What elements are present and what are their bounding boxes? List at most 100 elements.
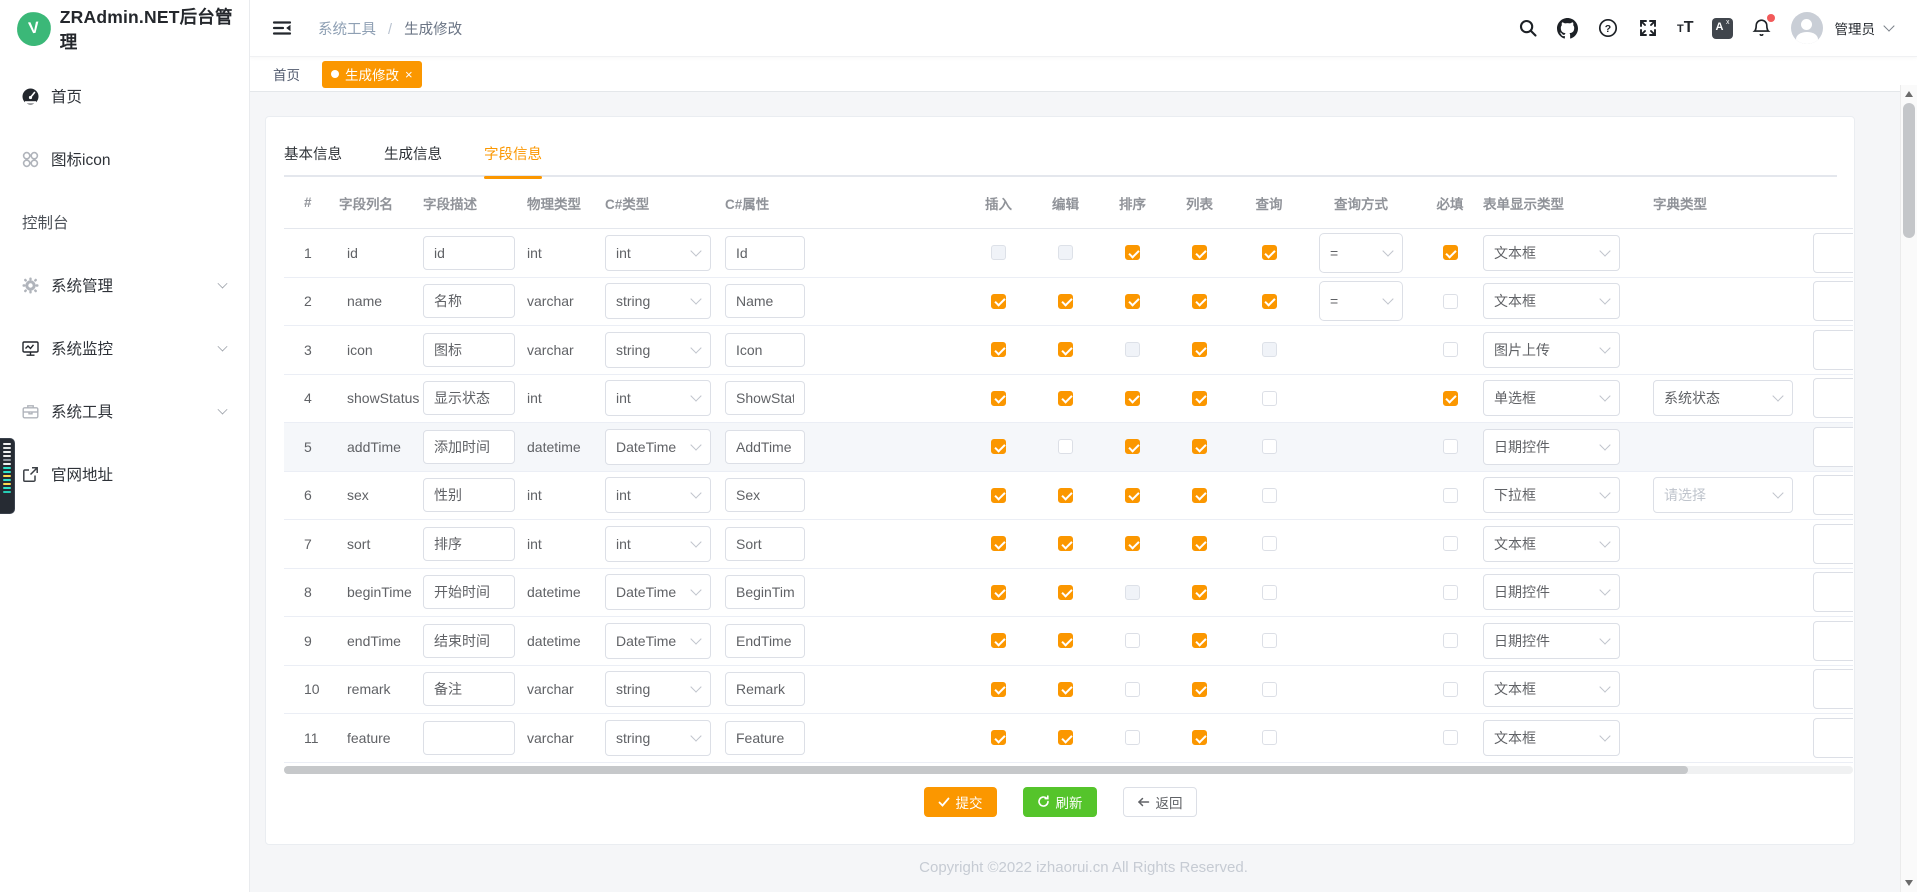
insert-checkbox[interactable] (991, 439, 1006, 454)
csharp_type-select[interactable]: DateTime (605, 623, 711, 659)
list-checkbox[interactable] (1192, 585, 1207, 600)
dict_type-select[interactable]: 系统状态 (1653, 380, 1793, 416)
list-checkbox[interactable] (1192, 682, 1207, 697)
extra-input[interactable] (1813, 233, 1853, 273)
list-checkbox[interactable] (1192, 342, 1207, 357)
avatar[interactable] (1791, 12, 1823, 44)
help-icon[interactable]: ? (1597, 17, 1619, 39)
chevron-down-icon[interactable] (1883, 20, 1894, 31)
vertical-scrollbar-thumb[interactable] (1903, 103, 1915, 238)
list-checkbox[interactable] (1192, 633, 1207, 648)
sort-checkbox[interactable] (1125, 245, 1140, 260)
display_type-select[interactable]: 日期控件 (1483, 574, 1620, 610)
scroll-down-arrow[interactable] (1905, 880, 1913, 886)
csharp_type-select[interactable]: DateTime (605, 429, 711, 465)
display_type-select[interactable]: 单选框 (1483, 380, 1620, 416)
required-checkbox[interactable] (1443, 633, 1458, 648)
csharp_property-input[interactable] (725, 430, 805, 464)
description-input[interactable] (423, 236, 515, 270)
insert-checkbox[interactable] (991, 294, 1006, 309)
display_type-select[interactable]: 文本框 (1483, 283, 1620, 319)
csharp_property-input[interactable] (725, 381, 805, 415)
sort-checkbox[interactable] (1125, 730, 1140, 745)
list-checkbox[interactable] (1192, 730, 1207, 745)
description-input[interactable] (423, 721, 515, 755)
query_method-select[interactable]: = (1319, 281, 1403, 321)
query-checkbox[interactable] (1262, 391, 1277, 406)
tab-generate-info[interactable]: 生成信息 (384, 135, 442, 177)
edit-checkbox[interactable] (1058, 536, 1073, 551)
list-checkbox[interactable] (1192, 439, 1207, 454)
edit-checkbox[interactable] (1058, 730, 1073, 745)
description-input[interactable] (423, 381, 515, 415)
extra-input[interactable] (1813, 427, 1853, 467)
description-input[interactable] (423, 284, 515, 318)
query-checkbox[interactable] (1262, 633, 1277, 648)
edit-checkbox[interactable] (1058, 488, 1073, 503)
csharp_property-input[interactable] (725, 284, 805, 318)
extra-input[interactable] (1813, 524, 1853, 564)
extra-input[interactable] (1813, 330, 1853, 370)
edit-checkbox[interactable] (1058, 585, 1073, 600)
insert-checkbox[interactable] (991, 585, 1006, 600)
description-input[interactable] (423, 527, 515, 561)
query-checkbox[interactable] (1262, 730, 1277, 745)
extra-input[interactable] (1813, 572, 1853, 612)
csharp_type-select[interactable]: DateTime (605, 574, 711, 610)
extra-input[interactable] (1813, 669, 1853, 709)
vertical-scrollbar[interactable] (1900, 85, 1917, 892)
sidebar-item-system-tools[interactable]: 系统工具 (0, 383, 249, 439)
description-input[interactable] (423, 672, 515, 706)
tab-basic-info[interactable]: 基本信息 (284, 135, 342, 177)
display_type-select[interactable]: 图片上传 (1483, 332, 1620, 368)
query-checkbox[interactable] (1262, 585, 1277, 600)
fullscreen-icon[interactable] (1637, 17, 1659, 39)
breadcrumb-system-tools[interactable]: 系统工具 (318, 22, 376, 38)
user-name[interactable]: 管理员 (1835, 18, 1876, 38)
insert-checkbox[interactable] (991, 682, 1006, 697)
list-checkbox[interactable] (1192, 488, 1207, 503)
csharp_property-input[interactable] (725, 721, 805, 755)
csharp_type-select[interactable]: string (605, 332, 711, 368)
csharp_property-input[interactable] (725, 527, 805, 561)
extra-input[interactable] (1813, 475, 1853, 515)
sidebar-item-console[interactable]: 控制台 (0, 194, 249, 250)
sort-checkbox[interactable] (1125, 391, 1140, 406)
performance-monitor-widget[interactable] (0, 438, 15, 514)
edit-checkbox[interactable] (1058, 633, 1073, 648)
insert-checkbox[interactable] (991, 730, 1006, 745)
csharp_property-input[interactable] (725, 236, 805, 270)
csharp_type-select[interactable]: string (605, 283, 711, 319)
query-checkbox[interactable] (1262, 439, 1277, 454)
edit-checkbox[interactable] (1058, 682, 1073, 697)
display_type-select[interactable]: 下拉框 (1483, 477, 1620, 513)
query-checkbox[interactable] (1262, 536, 1277, 551)
csharp_type-select[interactable]: int (605, 235, 711, 271)
csharp_type-select[interactable]: string (605, 671, 711, 707)
csharp_type-select[interactable]: int (605, 380, 711, 416)
sort-checkbox[interactable] (1125, 536, 1140, 551)
dict_type-select[interactable]: 请选择 (1653, 477, 1793, 513)
font-size-icon[interactable]: TT (1677, 20, 1694, 36)
description-input[interactable] (423, 624, 515, 658)
sort-checkbox[interactable] (1125, 439, 1140, 454)
sidebar-item-home[interactable]: 首页 (0, 68, 249, 124)
display_type-select[interactable]: 日期控件 (1483, 623, 1620, 659)
csharp_property-input[interactable] (725, 575, 805, 609)
translate-icon[interactable]: Ax (1712, 18, 1733, 39)
required-checkbox[interactable] (1443, 585, 1458, 600)
extra-input[interactable] (1813, 621, 1853, 661)
display_type-select[interactable]: 文本框 (1483, 671, 1620, 707)
description-input[interactable] (423, 430, 515, 464)
csharp_property-input[interactable] (725, 672, 805, 706)
sidebar-item-system-monitor[interactable]: 系统监控 (0, 320, 249, 376)
required-checkbox[interactable] (1443, 730, 1458, 745)
edit-checkbox[interactable] (1058, 294, 1073, 309)
scroll-up-arrow[interactable] (1905, 91, 1913, 97)
edit-checkbox[interactable] (1058, 342, 1073, 357)
query-checkbox[interactable] (1262, 245, 1277, 260)
csharp_type-select[interactable]: string (605, 720, 711, 756)
notification-bell-icon[interactable] (1751, 17, 1773, 39)
description-input[interactable] (423, 333, 515, 367)
search-icon[interactable] (1517, 17, 1539, 39)
